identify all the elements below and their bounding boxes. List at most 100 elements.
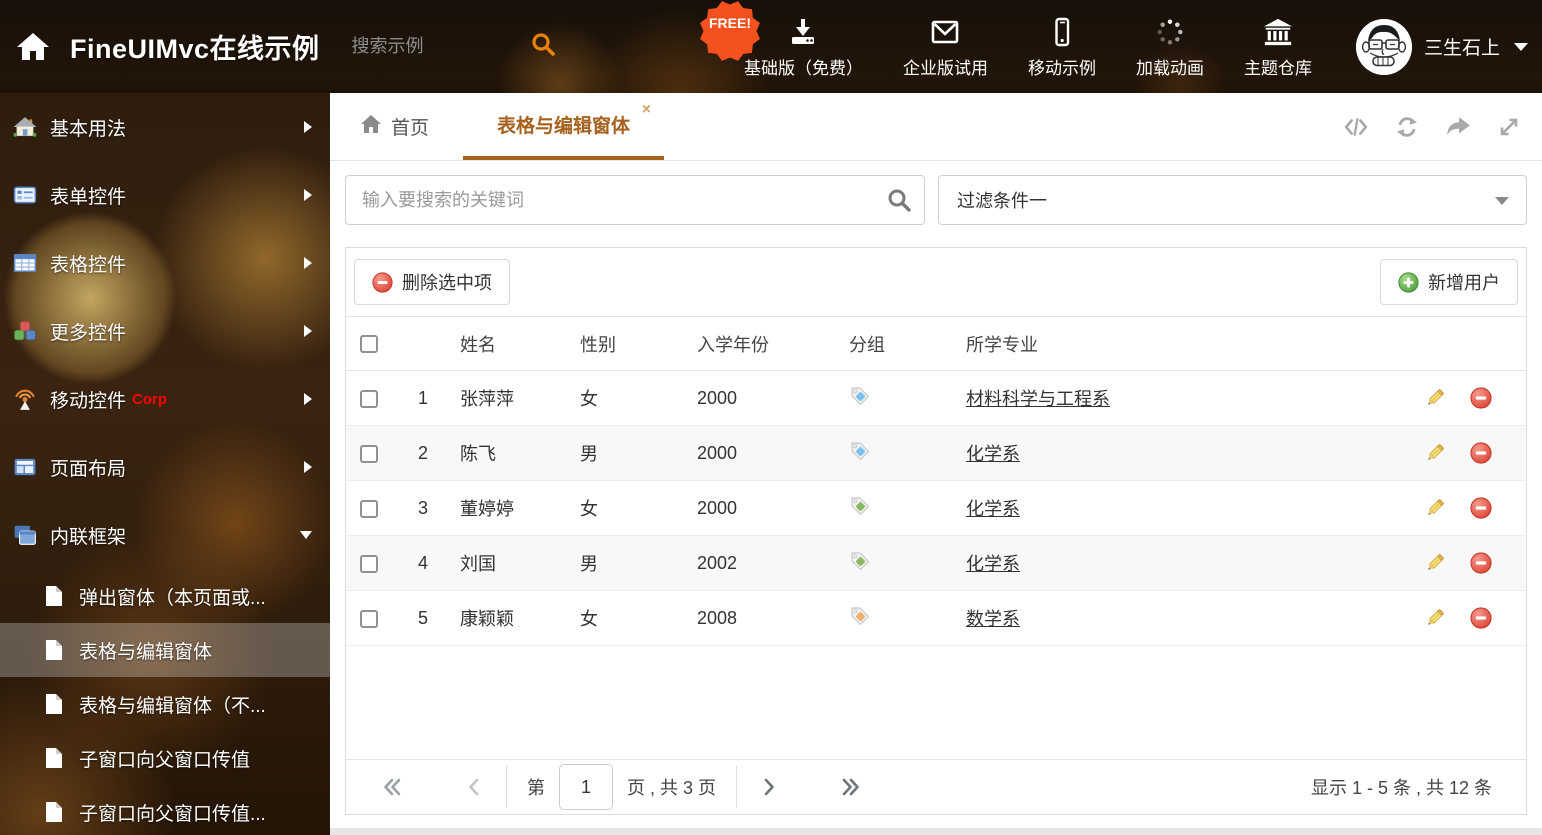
top-header: FineUIMvc在线示例 FREE! 基础版（免费） (0, 0, 1542, 93)
tab-home[interactable]: 首页 (360, 93, 429, 160)
table-header-row: 姓名 性别 入学年份 分组 所学专业 (346, 317, 1526, 371)
delete-row-button[interactable] (1470, 442, 1492, 464)
edit-button[interactable] (1424, 442, 1446, 464)
keyword-search-icon[interactable] (886, 187, 912, 218)
sidebar-item-basic-usage[interactable]: 基本用法 (0, 93, 330, 161)
edit-button[interactable] (1424, 497, 1446, 519)
page-prefix-label: 第 (527, 774, 545, 800)
prev-page-button[interactable] (462, 775, 486, 799)
home-icon[interactable] (16, 32, 50, 62)
major-link[interactable]: 化学系 (966, 444, 1020, 464)
minus-circle-icon (372, 272, 393, 293)
edit-button[interactable] (1424, 607, 1446, 629)
sidebar-subitem-grid-edit-window-2[interactable]: 表格与编辑窗体（不... (0, 677, 330, 731)
users-table: 姓名 性别 入学年份 分组 所学专业 1 张萍萍 (346, 316, 1526, 646)
nav-item-basic-edition[interactable]: FREE! 基础版（免费） (744, 15, 863, 79)
cell-name: 陈飞 (452, 426, 572, 481)
sidebar-subitem-child-to-parent[interactable]: 子窗口向父窗口传值 (0, 731, 330, 785)
row-checkbox[interactable] (360, 390, 378, 408)
delete-row-button[interactable] (1470, 552, 1492, 574)
nav-item-loading-animation[interactable]: 加载动画 (1136, 15, 1204, 79)
chevron-right-icon (304, 393, 312, 405)
sidebar-item-grid-controls[interactable]: 表格控件 (0, 229, 330, 297)
file-icon (44, 747, 64, 769)
chevron-right-icon (304, 189, 312, 201)
row-checkbox[interactable] (360, 445, 378, 463)
user-name[interactable]: 三生石上 (1424, 33, 1500, 60)
header-search-input[interactable] (352, 36, 512, 57)
sidebar-item-iframe[interactable]: 内联框架 (0, 501, 330, 569)
nav-item-theme-repo[interactable]: 主题仓库 (1244, 15, 1312, 79)
edit-button[interactable] (1424, 552, 1446, 574)
first-page-button[interactable] (380, 775, 404, 799)
nav-label: 移动示例 (1028, 54, 1096, 79)
sidebar-item-label: 表单控件 (50, 182, 126, 209)
layout-icon (13, 455, 37, 479)
chevron-down-icon (300, 531, 312, 539)
delete-row-button[interactable] (1470, 387, 1492, 409)
sidebar-item-form-controls[interactable]: 表单控件 (0, 161, 330, 229)
avatar[interactable] (1356, 19, 1412, 75)
user-menu[interactable]: 三生石上 (1356, 19, 1528, 75)
row-checkbox[interactable] (360, 500, 378, 518)
cell-gender: 女 (572, 371, 689, 426)
sidebar-item-page-layout[interactable]: 页面布局 (0, 433, 330, 501)
table-row: 1 张萍萍 女 2000 材料科学与工程系 (346, 371, 1526, 426)
nav-item-mobile-demo[interactable]: 移动示例 (1028, 15, 1096, 79)
chevron-right-icon (304, 325, 312, 337)
share-icon[interactable] (1444, 115, 1472, 139)
nav-item-enterprise-trial[interactable]: 企业版试用 (903, 15, 988, 79)
row-checkbox[interactable] (360, 555, 378, 573)
sidebar-subitem-child-to-parent-2[interactable]: 子窗口向父窗口传值... (0, 785, 330, 835)
spinner-icon (1154, 15, 1186, 47)
major-link[interactable]: 数学系 (966, 609, 1020, 629)
cell-year: 2000 (689, 371, 841, 426)
tab-close-icon[interactable]: × (642, 102, 651, 118)
nav-label: 加载动画 (1136, 54, 1204, 79)
tag-icon (849, 556, 871, 576)
main-content: 首页 表格与编辑窗体 × (330, 93, 1542, 835)
grid-panel: 删除选中项 新增用户 (345, 247, 1527, 815)
tab-grid-edit-window[interactable]: 表格与编辑窗体 × (463, 93, 664, 160)
expand-icon[interactable] (1496, 115, 1522, 139)
page-input[interactable] (559, 764, 613, 810)
user-caret-icon (1514, 43, 1528, 51)
header-search-icon[interactable] (530, 31, 556, 62)
nav-label: 企业版试用 (903, 54, 988, 79)
major-link[interactable]: 化学系 (966, 554, 1020, 574)
tab-tools (1342, 93, 1542, 160)
chevron-right-icon (304, 461, 312, 473)
tag-icon (849, 446, 871, 466)
sidebar-item-more-controls[interactable]: 更多控件 (0, 297, 330, 365)
download-icon (787, 15, 819, 47)
select-all-checkbox[interactable] (360, 335, 378, 353)
edit-button[interactable] (1424, 387, 1446, 409)
cell-name: 董婷婷 (452, 481, 572, 536)
last-page-button[interactable] (839, 775, 863, 799)
view-source-icon[interactable] (1342, 115, 1370, 139)
sidebar-subitem-grid-edit-window[interactable]: 表格与编辑窗体 (0, 623, 330, 677)
filter-dropdown[interactable]: 过滤条件一 (938, 175, 1527, 225)
major-link[interactable]: 化学系 (966, 499, 1020, 519)
file-icon (44, 585, 64, 607)
nav-label: 基础版（免费） (744, 54, 863, 79)
next-page-button[interactable] (757, 775, 781, 799)
sidebar-subitem-label: 表格与编辑窗体（不... (79, 691, 266, 718)
page-suffix-label: 页 , 共 3 页 (627, 774, 716, 800)
sidebar-item-mobile-controls[interactable]: 移动控件 Corp (0, 365, 330, 433)
keyword-search-input[interactable] (345, 175, 925, 225)
sidebar-subitem-popup-window[interactable]: 弹出窗体（本页面或... (0, 569, 330, 623)
tag-icon (849, 611, 871, 631)
app-title: FineUIMvc在线示例 (70, 27, 320, 66)
row-checkbox[interactable] (360, 610, 378, 628)
sidebar-item-label: 页面布局 (50, 454, 126, 481)
delete-row-button[interactable] (1470, 607, 1492, 629)
delete-row-button[interactable] (1470, 497, 1492, 519)
major-link[interactable]: 材料科学与工程系 (966, 389, 1110, 409)
delete-selected-button[interactable]: 删除选中项 (354, 259, 510, 305)
add-user-button[interactable]: 新增用户 (1380, 259, 1518, 305)
refresh-icon[interactable] (1394, 115, 1420, 139)
sidebar-subitem-label: 弹出窗体（本页面或... (79, 583, 266, 610)
cell-year: 2000 (689, 426, 841, 481)
cell-name: 刘国 (452, 536, 572, 591)
